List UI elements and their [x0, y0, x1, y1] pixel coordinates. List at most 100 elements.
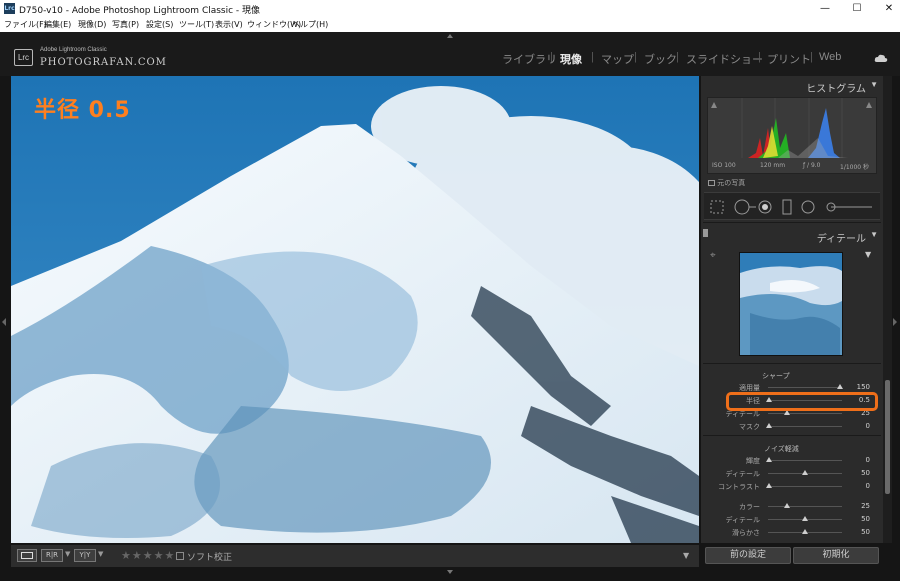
- collapse-triangle-icon[interactable]: ▼: [870, 230, 878, 239]
- toolbar-menu-triangle-icon[interactable]: ▼: [683, 551, 689, 560]
- dropdown-triangle-icon[interactable]: ▼: [98, 550, 103, 558]
- slider-label: 輝度: [746, 457, 760, 465]
- bottom-panel-toggle-icon[interactable]: [447, 570, 453, 574]
- before-after-lr-button[interactable]: R|R: [41, 549, 63, 562]
- module-slideshow[interactable]: スライドショー: [686, 51, 763, 67]
- main-photo-view[interactable]: [11, 76, 699, 543]
- slider-knob[interactable]: [784, 503, 790, 508]
- menu-tools[interactable]: ツール(T): [179, 19, 214, 30]
- module-develop[interactable]: 現像: [560, 51, 582, 67]
- scrollbar-thumb[interactable]: [885, 380, 890, 494]
- slider-knob[interactable]: [837, 384, 844, 389]
- loupe-view-button[interactable]: [17, 549, 37, 562]
- right-panel-toggle-icon[interactable]: [893, 318, 897, 326]
- minimize-button[interactable]: —: [808, 0, 842, 17]
- slider-value[interactable]: 0: [850, 456, 870, 464]
- histogram-iso: ISO 100: [712, 162, 736, 169]
- module-separator: |: [758, 51, 761, 63]
- histogram-title: ヒストグラム: [806, 84, 866, 95]
- slider-value[interactable]: 25: [850, 502, 870, 510]
- panel-divider: [703, 363, 881, 364]
- slider-label: コントラスト: [718, 483, 760, 491]
- lrc-badge-icon: Lrc: [14, 49, 33, 66]
- slider-value[interactable]: 0: [850, 482, 870, 490]
- module-separator: |: [810, 51, 813, 63]
- identity-plate: PHOTOGRAFAN.COM: [40, 57, 167, 68]
- dropdown-triangle-icon[interactable]: ▼: [65, 550, 70, 558]
- module-web[interactable]: Web: [819, 51, 841, 63]
- slider-label: カラー: [739, 503, 760, 511]
- slider-value[interactable]: 50: [850, 469, 870, 477]
- slider-knob[interactable]: [766, 483, 772, 488]
- lightroom-window: Lrc D750-v10 - Adobe Photoshop Lightroom…: [0, 0, 900, 581]
- slider-knob[interactable]: [802, 529, 808, 534]
- slider-label: マスク: [739, 423, 760, 431]
- menu-settings[interactable]: 設定(S): [146, 19, 173, 30]
- target-adjust-icon[interactable]: ⌖: [710, 250, 716, 261]
- module-separator: |: [550, 51, 553, 63]
- window-title: D750-v10 - Adobe Photoshop Lightroom Cla…: [19, 6, 261, 16]
- slider-value[interactable]: 150: [850, 383, 870, 391]
- module-library[interactable]: ライブラリ: [502, 51, 557, 67]
- sharpen-section-title: シャープ: [762, 373, 790, 380]
- original-photo-label: 元の写真: [717, 179, 746, 187]
- menu-bar: ファイル(F) 編集(E) 現像(D) 写真(P) 設定(S) ツール(T) 表…: [0, 17, 900, 32]
- star-rating[interactable]: ★★★★★: [121, 549, 175, 562]
- module-separator: |: [591, 51, 594, 63]
- maximize-button[interactable]: ☐: [840, 0, 874, 17]
- title-bar: Lrc D750-v10 - Adobe Photoshop Lightroom…: [0, 0, 900, 17]
- slider-label: ディテール: [725, 516, 760, 524]
- slider-knob[interactable]: [766, 457, 772, 462]
- mountain-photo: [11, 76, 699, 543]
- panel-switch-icon[interactable]: [703, 229, 708, 237]
- slider-track[interactable]: [768, 460, 842, 461]
- radius-annotation: 半径 0.5: [34, 98, 131, 123]
- slider-track[interactable]: [768, 413, 842, 414]
- soft-proof-label: ソフト校正: [187, 553, 233, 563]
- detail-preview[interactable]: [739, 252, 843, 356]
- cloud-sync-icon[interactable]: [874, 53, 888, 63]
- slider-knob[interactable]: [766, 423, 772, 428]
- slider-knob[interactable]: [802, 470, 808, 475]
- radius-highlight-box: [726, 392, 878, 411]
- menu-develop[interactable]: 現像(D): [78, 19, 106, 30]
- preview-menu-triangle-icon[interactable]: ▼: [865, 250, 871, 259]
- histogram-header[interactable]: ヒストグラム ▼: [701, 78, 883, 96]
- reset-button[interactable]: 初期化: [793, 547, 879, 564]
- menu-help[interactable]: ヘルプ(H): [292, 19, 328, 30]
- slider-track[interactable]: [768, 486, 842, 487]
- before-after-tb-button[interactable]: Y|Y: [74, 549, 96, 562]
- detail-header[interactable]: ディテール ▼: [701, 228, 883, 246]
- menu-edit[interactable]: 編集(E): [44, 19, 71, 30]
- menu-view[interactable]: 表示(V): [215, 19, 243, 30]
- toolbar: R|R ▼ Y|Y ▼ ★★★★★ ソフト校正 ▼: [11, 545, 699, 567]
- tool-strip: [704, 192, 880, 220]
- top-panel-toggle-icon[interactable]: [447, 34, 453, 38]
- original-photo-checkbox[interactable]: [708, 180, 715, 186]
- slider-value[interactable]: 50: [850, 528, 870, 536]
- slider-track[interactable]: [768, 426, 842, 427]
- slider-knob[interactable]: [802, 516, 808, 521]
- noise-section-title: ノイズ軽減: [764, 446, 799, 453]
- right-panel-scrollbar[interactable]: [883, 76, 892, 543]
- module-book[interactable]: ブック: [644, 51, 677, 67]
- module-picker: ライブラリ | 現像 | マップ | ブック | スライドショー | プリント …: [496, 51, 856, 69]
- menu-photo[interactable]: 写真(P): [112, 19, 139, 30]
- previous-settings-button[interactable]: 前の設定: [705, 547, 791, 564]
- slider-track[interactable]: [768, 506, 842, 507]
- module-print[interactable]: プリント: [767, 51, 811, 67]
- left-panel-toggle-icon[interactable]: [2, 318, 6, 326]
- tool-icons: [710, 199, 872, 215]
- close-button[interactable]: ✕: [872, 0, 900, 17]
- module-map[interactable]: マップ: [601, 51, 634, 67]
- histogram-focal: 120 mm: [760, 162, 786, 169]
- original-photo-toggle[interactable]: 元の写真: [708, 178, 745, 188]
- histogram-aperture: ƒ / 9.0: [803, 162, 821, 169]
- slider-value[interactable]: 0: [850, 422, 870, 430]
- collapse-triangle-icon[interactable]: ▼: [870, 80, 878, 89]
- lrc-app-icon: Lrc: [4, 3, 15, 14]
- soft-proof-checkbox[interactable]: [176, 552, 184, 560]
- slider-value[interactable]: 50: [850, 515, 870, 523]
- menu-file[interactable]: ファイル(F): [4, 19, 47, 30]
- slider-track[interactable]: [768, 387, 842, 388]
